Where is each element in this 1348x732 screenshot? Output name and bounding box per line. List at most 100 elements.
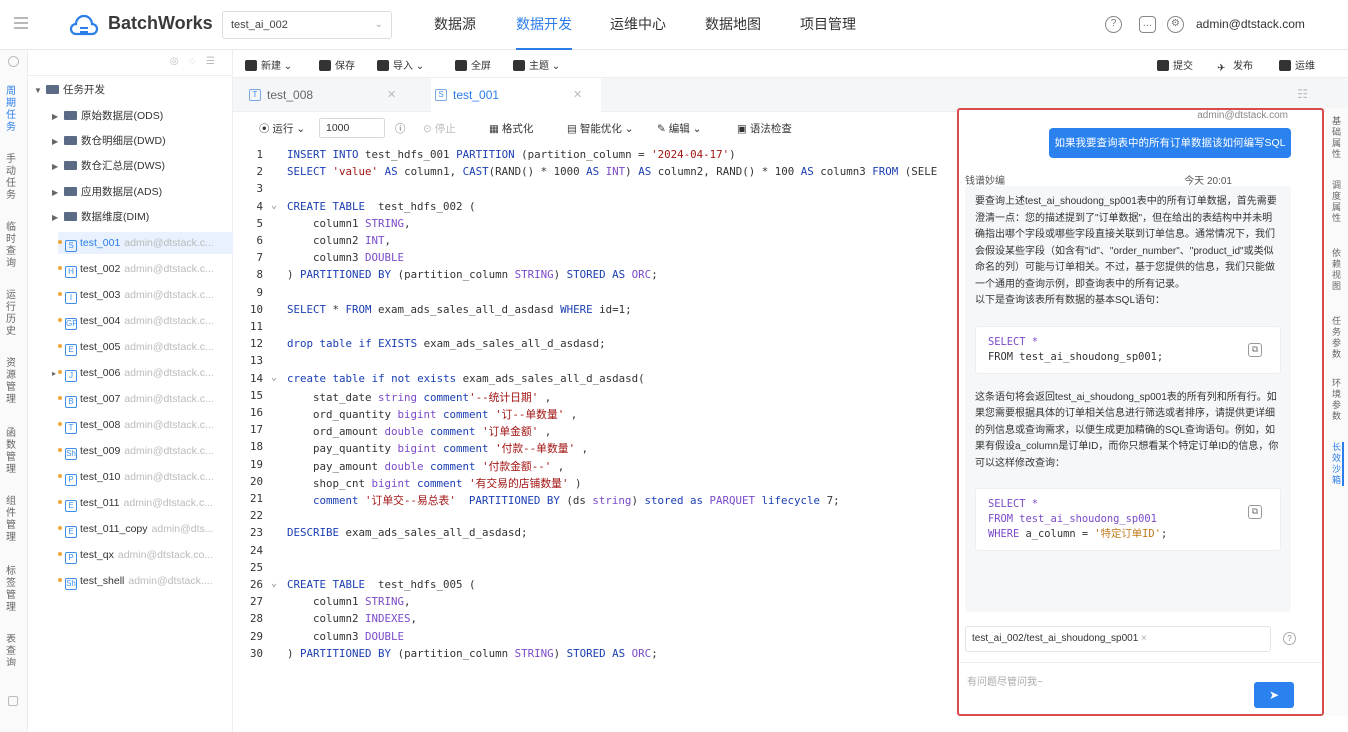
stop-button[interactable]: ⊙ 停止 bbox=[423, 121, 456, 136]
tree-file[interactable]: Etest_011 admin@dtstack.c... bbox=[58, 492, 233, 514]
nav-data-map[interactable]: 数据地图 bbox=[705, 0, 761, 50]
tree-file[interactable]: Ptest_010 admin@dtstack.c... bbox=[58, 466, 233, 488]
rail-function-mgmt[interactable]: 函数管理 bbox=[6, 428, 20, 476]
tree-file[interactable]: Htest_002 admin@dtstack.c... bbox=[58, 258, 233, 280]
tree-file[interactable]: ▸ Jtest_006 admin@dtstack.c... bbox=[52, 362, 233, 384]
submit-button[interactable]: 提交 bbox=[1157, 57, 1193, 72]
fold-icon[interactable]: ⌄ bbox=[271, 372, 277, 383]
code-editor[interactable]: 1 INSERT INTO test_hdfs_001 PARTITION (pa… bbox=[233, 146, 951, 666]
format-button[interactable]: ▦ 格式化 bbox=[489, 121, 533, 136]
line-number: 22 bbox=[249, 509, 263, 523]
help-icon[interactable]: ? bbox=[1105, 16, 1122, 33]
tab-test-001[interactable]: Stest_001 ✕ bbox=[431, 78, 601, 112]
code-line: column1 STRING, bbox=[287, 595, 411, 609]
user-question-bubble: 如果我要查询表中的所有订单数据该如何编写SQL bbox=[1049, 128, 1291, 158]
code-line: column2 INT, bbox=[287, 234, 392, 247]
close-icon[interactable]: ✕ bbox=[387, 78, 396, 112]
chevron-down-icon: ⌄ bbox=[374, 19, 383, 30]
code-line: column2 INDEXES, bbox=[287, 612, 418, 626]
line-number: 9 bbox=[256, 285, 263, 299]
tree-search[interactable]: ◎ ◌ ☰ bbox=[8, 50, 233, 76]
rail-manual-task[interactable]: 手动任务 bbox=[6, 154, 20, 202]
menu-icon[interactable] bbox=[14, 17, 28, 29]
theme-button[interactable]: 主题 ⌄ bbox=[513, 57, 560, 72]
optimize-button[interactable]: ▤ 智能优化 ⌄ bbox=[567, 121, 634, 136]
send-button[interactable]: ➤ bbox=[1254, 682, 1294, 708]
tree-file[interactable]: Etest_011_copy admin@dts... bbox=[58, 518, 233, 540]
line-number: 16 bbox=[249, 406, 263, 419]
rail-resource-mgmt[interactable]: 资源管理 bbox=[6, 358, 20, 406]
publish-button[interactable]: ✈ 发布 bbox=[1217, 57, 1253, 74]
project-select[interactable]: test_ai_002 ⌄ bbox=[222, 11, 392, 39]
tree-file[interactable]: Sh test_shell admin@dtstack.... bbox=[58, 570, 233, 592]
folder-icon bbox=[64, 187, 77, 196]
file-icon: J bbox=[65, 370, 77, 382]
rside-env-params[interactable]: 环境参数 bbox=[1332, 378, 1344, 422]
tree-file[interactable]: Itest_003 admin@dtstack.c... bbox=[58, 284, 233, 306]
tree-file[interactable]: Etest_005 admin@dtstack.c... bbox=[58, 336, 233, 358]
save-icon bbox=[319, 60, 331, 71]
message-icon[interactable]: … bbox=[1139, 16, 1156, 33]
tree-folder-dwd[interactable]: ▶ 数仓明细层(DWD) bbox=[52, 130, 166, 152]
tree-file[interactable]: Sh test_009 admin@dtstack.c... bbox=[58, 440, 233, 462]
tab-test-008[interactable]: Ttest_008 ✕ bbox=[245, 78, 425, 112]
collapse-icon[interactable] bbox=[8, 696, 18, 706]
fold-icon[interactable]: ⌄ bbox=[271, 578, 277, 589]
context-tag[interactable]: test_ai_002/test_ai_shoudong_sp001 × bbox=[965, 626, 1271, 652]
rail-table-query[interactable]: 表查询 bbox=[6, 634, 20, 666]
line-number: 7 bbox=[256, 251, 263, 265]
run-button[interactable]: ⦿ 运行 ⌄ bbox=[259, 121, 305, 136]
rside-schedule-props[interactable]: 调度属性 bbox=[1332, 180, 1344, 224]
code-line: CREATE TABLE test_hdfs_002 ( bbox=[287, 199, 476, 213]
copy-icon[interactable]: ⧉ bbox=[1248, 505, 1262, 519]
chat-input[interactable]: 有问题尽管问我~ ➤ bbox=[959, 662, 1322, 714]
help-icon[interactable]: ? bbox=[1283, 632, 1296, 645]
fullscreen-button[interactable]: 全屏 bbox=[455, 57, 491, 72]
rside-ai-assistant[interactable]: 长效沙箱 bbox=[1332, 442, 1344, 486]
tree-folder-dws[interactable]: ▶ 数仓汇总层(DWS) bbox=[52, 155, 165, 177]
rside-basic-props[interactable]: 基础属性 bbox=[1332, 116, 1344, 160]
folder-icon bbox=[64, 136, 77, 145]
rail-periodic-task[interactable]: 周期任务 bbox=[6, 86, 20, 134]
tree-file[interactable]: Ttest_008 admin@dtstack.c... bbox=[58, 414, 233, 436]
line-number: 14 bbox=[249, 371, 263, 385]
import-button[interactable]: 导入 ⌄ bbox=[377, 57, 424, 72]
save-button[interactable]: 保存 bbox=[319, 57, 355, 72]
tree-folder-ods[interactable]: ▶ 原始数据层(ODS) bbox=[52, 105, 163, 127]
nav-project-mgmt[interactable]: 项目管理 bbox=[800, 0, 856, 50]
close-icon[interactable]: × bbox=[1141, 633, 1147, 644]
settings-icon[interactable]: ⚙ bbox=[1167, 16, 1184, 33]
rside-dependency-view[interactable]: 依赖视图 bbox=[1332, 248, 1344, 292]
tree-file[interactable]: Ptest_qx admin@dtstack.co... bbox=[58, 544, 233, 566]
tab-menu-icon[interactable]: ☷ bbox=[1297, 87, 1308, 101]
rail-component-mgmt[interactable]: 组件管理 bbox=[6, 496, 20, 544]
rail-tag-mgmt[interactable]: 标签管理 bbox=[6, 566, 20, 614]
bot-name: 钱谱妙编 bbox=[965, 176, 1005, 187]
nav-ops-center[interactable]: 运维中心 bbox=[610, 0, 666, 50]
close-icon[interactable]: ✕ bbox=[573, 78, 582, 112]
tree-tools-icon[interactable]: ◎ ◌ ☰ bbox=[170, 56, 219, 67]
syntax-check-button[interactable]: ▣ 语法检查 bbox=[737, 121, 792, 136]
copy-icon[interactable]: ⧉ bbox=[1248, 342, 1262, 357]
rail-run-history[interactable]: 运行历史 bbox=[6, 290, 20, 338]
tree-file[interactable]: Stest_001 admin@dtstack.c... bbox=[58, 232, 233, 254]
fold-icon[interactable]: ⌄ bbox=[271, 200, 277, 211]
nav-datasource[interactable]: 数据源 bbox=[434, 0, 476, 50]
tree-file[interactable]: Btest_007 admin@dtstack.c... bbox=[58, 388, 233, 410]
line-number: 28 bbox=[249, 612, 263, 626]
tree-file[interactable]: GP test_004 admin@dtstack.c... bbox=[58, 310, 233, 332]
tree-folder-ads[interactable]: ▶ 应用数据层(ADS) bbox=[52, 181, 162, 203]
line-number: 5 bbox=[256, 216, 263, 230]
nav-data-dev[interactable]: 数据开发 bbox=[516, 0, 572, 50]
tree-root[interactable]: ▼ 任务开发 bbox=[34, 79, 105, 101]
limit-input[interactable]: 1000 bbox=[319, 118, 385, 138]
rside-task-params[interactable]: 任务参数 bbox=[1332, 316, 1344, 360]
user-email[interactable]: admin@dtstack.com bbox=[1196, 17, 1305, 31]
tree-folder-dim[interactable]: ▶ 数据维度(DIM) bbox=[52, 206, 149, 228]
rail-temp-query[interactable]: 临时查询 bbox=[6, 222, 20, 270]
ops-icon bbox=[1279, 60, 1291, 71]
ops-button[interactable]: 运维 bbox=[1279, 57, 1315, 72]
edit-button[interactable]: ✎ 编辑 ⌄ bbox=[657, 121, 701, 136]
new-button[interactable]: 新建 ⌄ bbox=[245, 57, 292, 72]
help-icon[interactable]: ⓘ bbox=[395, 121, 406, 136]
